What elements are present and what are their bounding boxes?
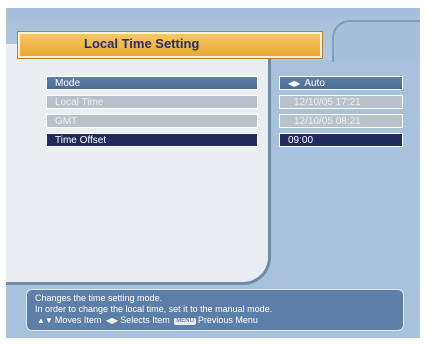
previous-menu-text: Previous Menu bbox=[197, 315, 258, 325]
gmt-label: GMT bbox=[55, 116, 78, 127]
help-box: Changes the time setting mode. In order … bbox=[26, 289, 404, 331]
local-time-label: Local Time bbox=[55, 97, 104, 108]
local-time-label-row: Local Time bbox=[46, 95, 258, 109]
time-offset-value: 09:00 bbox=[288, 135, 314, 146]
time-offset-label: Time Offset bbox=[55, 135, 107, 146]
help-key-legend: ▲▼ Moves Item ◀▶ Selects Item MENU Previous… bbox=[35, 315, 395, 326]
mode-value: Auto bbox=[304, 78, 325, 89]
menu-key-icon: MENU bbox=[174, 318, 196, 325]
time-offset-label-row[interactable]: Time Offset bbox=[46, 133, 258, 147]
moves-item-text: Moves Item bbox=[54, 315, 102, 325]
gmt-label-row: GMT bbox=[46, 114, 258, 128]
top-right-tab bbox=[332, 20, 420, 62]
gmt-value: 12/10/05 08:21 bbox=[294, 116, 361, 127]
help-line-1: Changes the time setting mode. bbox=[35, 293, 163, 303]
title-bar: Local Time Setting bbox=[18, 32, 322, 58]
left-right-arrows-icon: ◀▶ bbox=[105, 316, 119, 325]
local-time-value-row: 12/10/05 17:21 bbox=[279, 95, 403, 109]
page-title: Local Time Setting bbox=[84, 36, 200, 51]
mode-value-row[interactable]: ◀▶ Auto bbox=[279, 76, 403, 90]
mode-label-row[interactable]: Mode bbox=[46, 76, 258, 90]
tv-osd-screen: Local Time Setting Mode ◀▶ Auto Local Tim… bbox=[6, 8, 420, 338]
mode-label: Mode bbox=[55, 78, 81, 89]
time-offset-value-row[interactable]: 09:00 bbox=[279, 133, 403, 147]
help-line-2: In order to change the local time, set i… bbox=[35, 304, 273, 314]
local-time-value: 12/10/05 17:21 bbox=[294, 97, 361, 108]
left-right-arrows-icon: ◀▶ bbox=[288, 79, 301, 88]
selects-item-text: Selects Item bbox=[120, 315, 170, 325]
up-down-arrows-icon: ▲▼ bbox=[37, 316, 53, 325]
gmt-value-row: 12/10/05 08:21 bbox=[279, 114, 403, 128]
